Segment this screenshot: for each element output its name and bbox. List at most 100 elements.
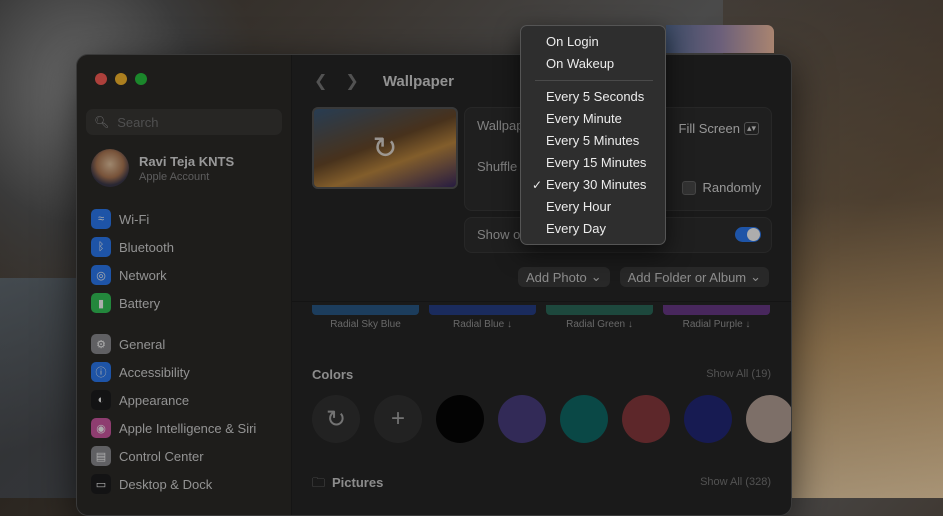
sidebar-item-label: Accessibility: [119, 364, 190, 380]
colors-show-all-link[interactable]: Show All (19): [706, 368, 771, 380]
add-folder-label: Add Folder or Album: [627, 269, 747, 285]
bluetooth-icon: ᛒ: [91, 237, 111, 257]
color-swatch[interactable]: [746, 395, 791, 443]
control-center-icon: ▤: [91, 446, 111, 466]
menu-item-label: Every Minute: [546, 111, 622, 126]
menu-item-every-hour[interactable]: Every Hour: [521, 196, 665, 218]
color-swatches: ↻ +: [312, 395, 791, 443]
apple-account-item[interactable]: Ravi Teja KNTS Apple Account: [91, 149, 234, 187]
sidebar-item-appearance[interactable]: ◐ Appearance: [91, 386, 281, 414]
sidebar-item-label: Bluetooth: [119, 239, 174, 255]
sidebar-item-label: Network: [119, 267, 167, 283]
randomly-label: Randomly: [702, 180, 761, 195]
sidebar-item-wi-fi[interactable]: ≈ Wi-Fi: [91, 205, 281, 233]
colors-section-title: Colors: [312, 367, 354, 382]
thumbnail-swatch: [546, 305, 653, 315]
minimize-button[interactable]: [115, 73, 127, 85]
sidebar-item-bluetooth[interactable]: ᛒ Bluetooth: [91, 233, 281, 261]
refresh-color-button[interactable]: ↻: [312, 395, 360, 443]
sidebar-item-apple-intelligence-siri[interactable]: ◉ Apple Intelligence & Siri: [91, 414, 281, 442]
add-folder-button[interactable]: Add Folder or Album ⌄: [619, 267, 770, 287]
sidebar-item-label: Desktop & Dock: [119, 476, 213, 492]
avatar: [91, 149, 129, 187]
sidebar: 🔍︎ Ravi Teja KNTS Apple Account ≈Wi-Fi ᛒB…: [77, 55, 292, 515]
fill-mode-value: Fill Screen: [678, 120, 740, 136]
menu-item-label: Every Hour: [546, 199, 612, 214]
wallpaper-thumbnail[interactable]: Radial Blue ↓: [429, 305, 536, 330]
sidebar-item-label: Wi-Fi: [119, 211, 150, 227]
thumbnail-caption: Radial Purple ↓: [682, 319, 751, 330]
color-swatch[interactable]: [436, 395, 484, 443]
menu-item-on-wakeup[interactable]: On Wakeup: [521, 53, 665, 75]
shuffle-interval-menu: On Login On Wakeup Every 5 Seconds Every Mi…: [520, 25, 666, 245]
add-photo-label: Add Photo: [526, 269, 587, 285]
sidebar-item-network[interactable]: ◎ Network: [91, 261, 281, 289]
sidebar-item-control-center[interactable]: ▤ Control Center: [91, 442, 281, 470]
checkmark-icon: ✓: [532, 178, 543, 192]
search-input[interactable]: [115, 113, 270, 131]
sidebar-item-battery[interactable]: ▮ Battery: [91, 289, 281, 317]
profile-subtitle: Apple Account: [139, 170, 210, 183]
color-swatch[interactable]: [560, 395, 608, 443]
sidebar-item-general[interactable]: ⚙ General: [91, 330, 281, 358]
zoom-button[interactable]: [135, 73, 147, 85]
updown-chevron-icon: ▴▾: [743, 121, 759, 135]
appearance-icon: ◐: [91, 390, 111, 410]
chevron-down-icon: ⌄: [590, 269, 602, 284]
globe-icon: ◎: [91, 265, 111, 285]
battery-icon: ▮: [91, 293, 111, 313]
menu-item-label: Every 15 Minutes: [546, 155, 647, 170]
menu-item-every-day[interactable]: Every Day: [521, 218, 665, 240]
wallpaper-thumbnails: Radial Sky Blue Radial Blue ↓ Radial Green…: [312, 305, 770, 330]
menu-item-label: Every 5 Minutes: [546, 133, 640, 148]
profile-name: Ravi Teja KNTS: [139, 153, 235, 169]
menu-item-every-5-seconds[interactable]: Every 5 Seconds: [521, 86, 665, 108]
back-chevron-icon[interactable]: ❮: [314, 71, 327, 91]
checkbox-icon: [682, 180, 697, 195]
color-swatch[interactable]: [622, 395, 670, 443]
add-color-button[interactable]: +: [374, 395, 422, 443]
page-title: Wallpaper: [382, 72, 454, 90]
color-swatch[interactable]: [684, 395, 732, 443]
add-photo-button[interactable]: Add Photo ⌄: [518, 267, 610, 287]
siri-icon: ◉: [91, 418, 111, 438]
add-buttons: Add Photo ⌄ Add Folder or Album ⌄: [518, 267, 770, 287]
sidebar-item-desktop-dock[interactable]: ▭ Desktop & Dock: [91, 470, 281, 498]
gear-icon: ⚙: [91, 334, 111, 354]
chevron-down-icon: ⌄: [750, 269, 762, 284]
show-all-spaces-toggle[interactable]: [735, 227, 761, 242]
pictures-show-all-link[interactable]: Show All (328): [700, 476, 771, 488]
close-button[interactable]: [95, 73, 107, 85]
menu-item-every-5-minutes[interactable]: Every 5 Minutes: [521, 130, 665, 152]
refresh-icon: ↻: [325, 405, 347, 433]
sidebar-item-label: Appearance: [119, 392, 190, 408]
wallpaper-thumbnail[interactable]: Radial Purple ↓: [663, 305, 770, 330]
thumbnail-swatch: [663, 305, 770, 315]
search-field[interactable]: 🔍︎: [86, 109, 282, 135]
wallpaper-thumbnail[interactable]: Radial Sky Blue: [312, 305, 419, 330]
sidebar-item-accessibility[interactable]: ⓘ Accessibility: [91, 358, 281, 386]
sidebar-item-label: General: [119, 336, 166, 352]
sidebar-item-label: Control Center: [119, 448, 204, 464]
search-icon: 🔍︎: [94, 115, 110, 129]
thumbnail-caption: Radial Sky Blue: [330, 319, 401, 330]
wallpaper-preview: ↻: [312, 107, 458, 189]
thumbnail-caption: Radial Blue ↓: [453, 319, 512, 330]
forward-chevron-icon[interactable]: ❯: [345, 71, 358, 91]
menu-item-every-15-minutes[interactable]: Every 15 Minutes: [521, 152, 665, 174]
menu-item-every-30-minutes[interactable]: ✓ Every 30 Minutes: [521, 174, 665, 196]
thumbnail-caption: Radial Green ↓: [566, 319, 633, 330]
menu-item-label: Every 30 Minutes: [546, 177, 647, 192]
thumbnail-swatch: [312, 305, 419, 315]
wallpaper-thumbnail[interactable]: Radial Green ↓: [546, 305, 653, 330]
menu-item-every-minute[interactable]: Every Minute: [521, 108, 665, 130]
refresh-icon: ↻: [372, 131, 398, 165]
dock-icon: ▭: [91, 474, 111, 494]
menu-item-on-login[interactable]: On Login: [521, 31, 665, 53]
color-swatch[interactable]: [498, 395, 546, 443]
window-controls: [95, 73, 147, 85]
menu-item-label: Every 5 Seconds: [546, 89, 645, 104]
fill-mode-select[interactable]: Fill Screen ▴▾: [679, 118, 759, 138]
randomly-checkbox[interactable]: Randomly: [682, 180, 761, 195]
